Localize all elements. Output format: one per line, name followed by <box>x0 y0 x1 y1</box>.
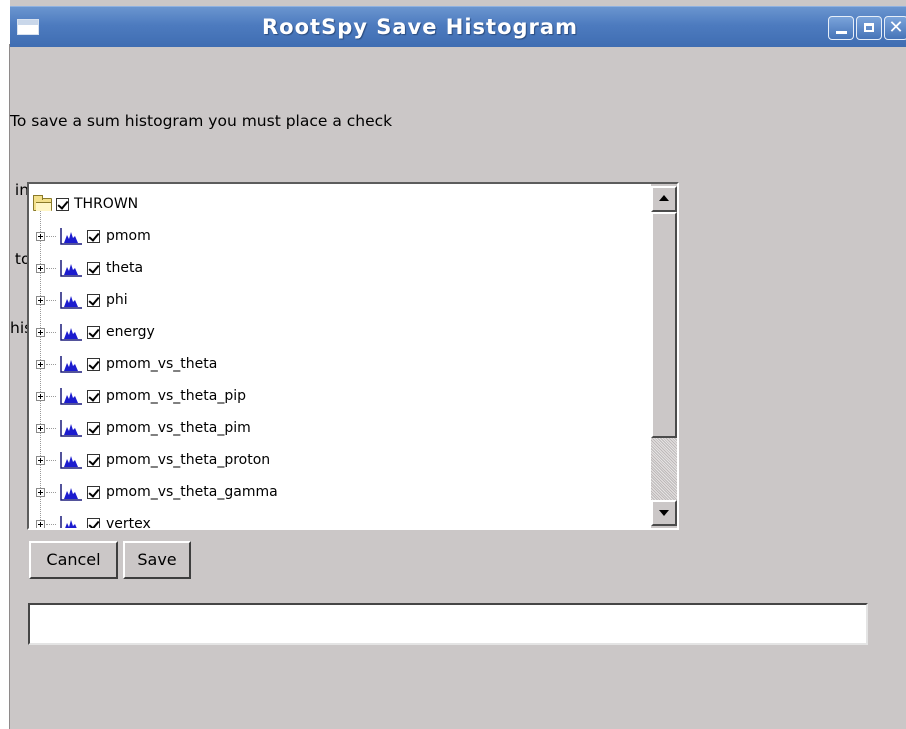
histogram-icon <box>60 516 77 528</box>
expand-plus-icon[interactable] <box>36 296 45 305</box>
histogram-icon <box>60 260 82 277</box>
tree-item-row[interactable]: pmom <box>29 220 649 252</box>
tree-item-label: pmom_vs_theta_pip <box>106 388 247 404</box>
tree-item-label: energy <box>106 324 155 340</box>
tree-item-label: pmom_vs_theta_gamma <box>106 484 278 500</box>
close-button[interactable]: ✕ <box>884 16 906 40</box>
histogram-icon <box>60 420 82 437</box>
histogram-icon <box>60 324 82 341</box>
tree-branch-line <box>46 524 56 525</box>
tree-viewport: THROWN pmom theta phi energy pmom_vs_thetapm… <box>29 184 651 528</box>
item-checkbox[interactable] <box>87 422 100 435</box>
histogram-icon <box>60 452 82 469</box>
tree-item-label: pmom_vs_theta <box>106 356 218 372</box>
expand-plus-icon[interactable] <box>36 488 45 497</box>
tree-item-row[interactable]: energy <box>29 316 649 348</box>
tree-item-row[interactable]: theta <box>29 252 649 284</box>
item-checkbox[interactable] <box>87 390 100 403</box>
cancel-button[interactable]: Cancel <box>29 541 118 579</box>
tree-item-row[interactable]: pmom_vs_theta_proton <box>29 444 649 476</box>
close-icon: ✕ <box>888 17 904 38</box>
root-checkbox[interactable] <box>56 198 69 211</box>
tree-branch-line <box>46 236 56 237</box>
tree-item-label: vertex <box>106 516 151 528</box>
folder-open-icon <box>33 195 52 211</box>
tree-branch-line <box>46 460 56 461</box>
item-checkbox[interactable] <box>87 518 100 528</box>
dialog-window: RootSpy Save Histogram ✕ To save a sum h… <box>10 0 906 729</box>
histogram-icon <box>60 292 82 309</box>
tree-branch-line <box>46 300 56 301</box>
tree-item-row[interactable]: pmom_vs_theta_pim <box>29 412 649 444</box>
scroll-up-button[interactable] <box>651 186 677 212</box>
scrollbar-track[interactable] <box>651 438 677 500</box>
scrollbar-thumb[interactable] <box>651 212 677 438</box>
tree-root-label: THROWN <box>74 196 139 212</box>
expand-plus-icon[interactable] <box>36 328 45 337</box>
expand-plus-icon[interactable] <box>36 264 45 273</box>
minimize-icon <box>836 31 847 34</box>
expand-plus-icon[interactable] <box>36 520 45 528</box>
tree-item-label: pmom <box>106 228 151 244</box>
tree-branch-line <box>46 428 56 429</box>
tree-branch-line <box>46 268 56 269</box>
tree-item-label: pmom_vs_theta_pim <box>106 420 251 436</box>
scroll-down-button[interactable] <box>651 500 677 526</box>
tree-branch-line <box>46 396 56 397</box>
tree-item-label: phi <box>106 292 128 308</box>
item-checkbox[interactable] <box>87 486 100 499</box>
tree-root-row[interactable]: THROWN <box>29 188 649 220</box>
histogram-icon <box>60 388 82 405</box>
minimize-button[interactable] <box>828 16 854 40</box>
expand-plus-icon[interactable] <box>36 424 45 433</box>
tree-item-row[interactable]: pmom_vs_theta_gamma <box>29 476 649 508</box>
histogram-icon <box>60 356 82 373</box>
histogram-icon <box>60 484 82 501</box>
expand-plus-icon[interactable] <box>36 456 45 465</box>
status-field[interactable] <box>28 603 868 645</box>
tree-item-label: theta <box>106 260 144 276</box>
histogram-tree-list[interactable]: THROWN pmom theta phi energy pmom_vs_thetapm… <box>27 182 679 530</box>
expand-plus-icon[interactable] <box>36 392 45 401</box>
item-checkbox[interactable] <box>87 454 100 467</box>
item-checkbox[interactable] <box>87 326 100 339</box>
histogram-icon <box>60 228 82 245</box>
tree-item-row[interactable]: pmom_vs_theta <box>29 348 649 380</box>
tree-branch-line <box>46 332 56 333</box>
tree-item-row[interactable]: pmom_vs_theta_pip <box>29 380 649 412</box>
title-bar[interactable]: RootSpy Save Histogram ✕ <box>10 6 906 47</box>
expand-plus-icon[interactable] <box>36 232 45 241</box>
item-checkbox[interactable] <box>87 294 100 307</box>
arrow-down-icon <box>659 510 669 516</box>
tree-item-row[interactable]: phi <box>29 284 649 316</box>
maximize-icon <box>864 23 874 32</box>
tree-branch-line <box>46 364 56 365</box>
item-checkbox[interactable] <box>87 358 100 371</box>
save-button[interactable]: Save <box>123 541 191 579</box>
item-checkbox[interactable] <box>87 262 100 275</box>
tree-branch-line <box>46 492 56 493</box>
expand-plus-icon[interactable] <box>36 360 45 369</box>
vertical-scrollbar[interactable] <box>651 184 677 528</box>
tree-item-row[interactable]: vertex <box>29 508 649 528</box>
arrow-up-icon <box>659 195 669 201</box>
maximize-button[interactable] <box>856 16 882 40</box>
instructions-line: To save a sum histogram you must place a… <box>10 112 393 130</box>
window-title: RootSpy Save Histogram <box>262 15 578 39</box>
tree-item-label: pmom_vs_theta_proton <box>106 452 271 468</box>
item-checkbox[interactable] <box>87 230 100 243</box>
